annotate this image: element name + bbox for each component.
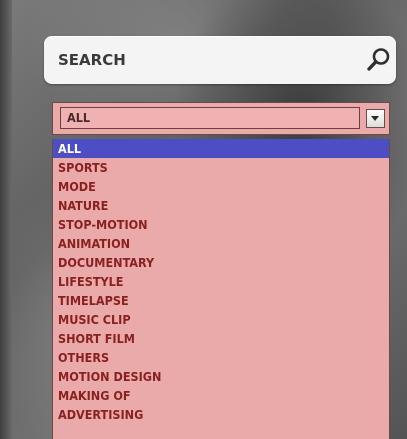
option-item[interactable]: SHORT FILM <box>53 329 389 348</box>
search-input[interactable] <box>58 46 328 74</box>
option-item[interactable]: LIFESTYLE <box>53 272 389 291</box>
category-select-field[interactable]: ALL <box>60 107 360 129</box>
search-box[interactable] <box>44 36 396 84</box>
background-edge <box>0 0 12 439</box>
category-select[interactable]: ALL <box>52 102 390 135</box>
option-item[interactable]: MUSIC CLIP <box>53 310 389 329</box>
option-item[interactable]: TIMELAPSE <box>53 291 389 310</box>
option-item[interactable]: ALL <box>53 139 389 158</box>
option-item[interactable]: ADVERTISING <box>53 405 389 424</box>
option-item[interactable]: SPORTS <box>53 158 389 177</box>
option-item[interactable]: MODE <box>53 177 389 196</box>
search-icon[interactable] <box>366 46 392 72</box>
dropdown-arrow-button[interactable] <box>366 109 385 128</box>
option-item[interactable]: DOCUMENTARY <box>53 253 389 272</box>
option-item[interactable]: MOTION DESIGN <box>53 367 389 386</box>
option-item[interactable]: STOP-MOTION <box>53 215 389 234</box>
chevron-down-icon <box>371 116 379 121</box>
option-item[interactable]: MAKING OF <box>53 386 389 405</box>
option-item[interactable]: NATURE <box>53 196 389 215</box>
category-selected-value: ALL <box>67 110 91 125</box>
background-photo: ALL ALLSPORTSMODENATURESTOP-MOTIONANIMAT… <box>0 0 407 439</box>
option-item[interactable]: ANIMATION <box>53 234 389 253</box>
category-options-list[interactable]: ALL SPORTS MODE NATURE STOP-MOTION ANIMATION D… <box>52 139 390 439</box>
option-item[interactable]: OTHERS <box>53 348 389 367</box>
